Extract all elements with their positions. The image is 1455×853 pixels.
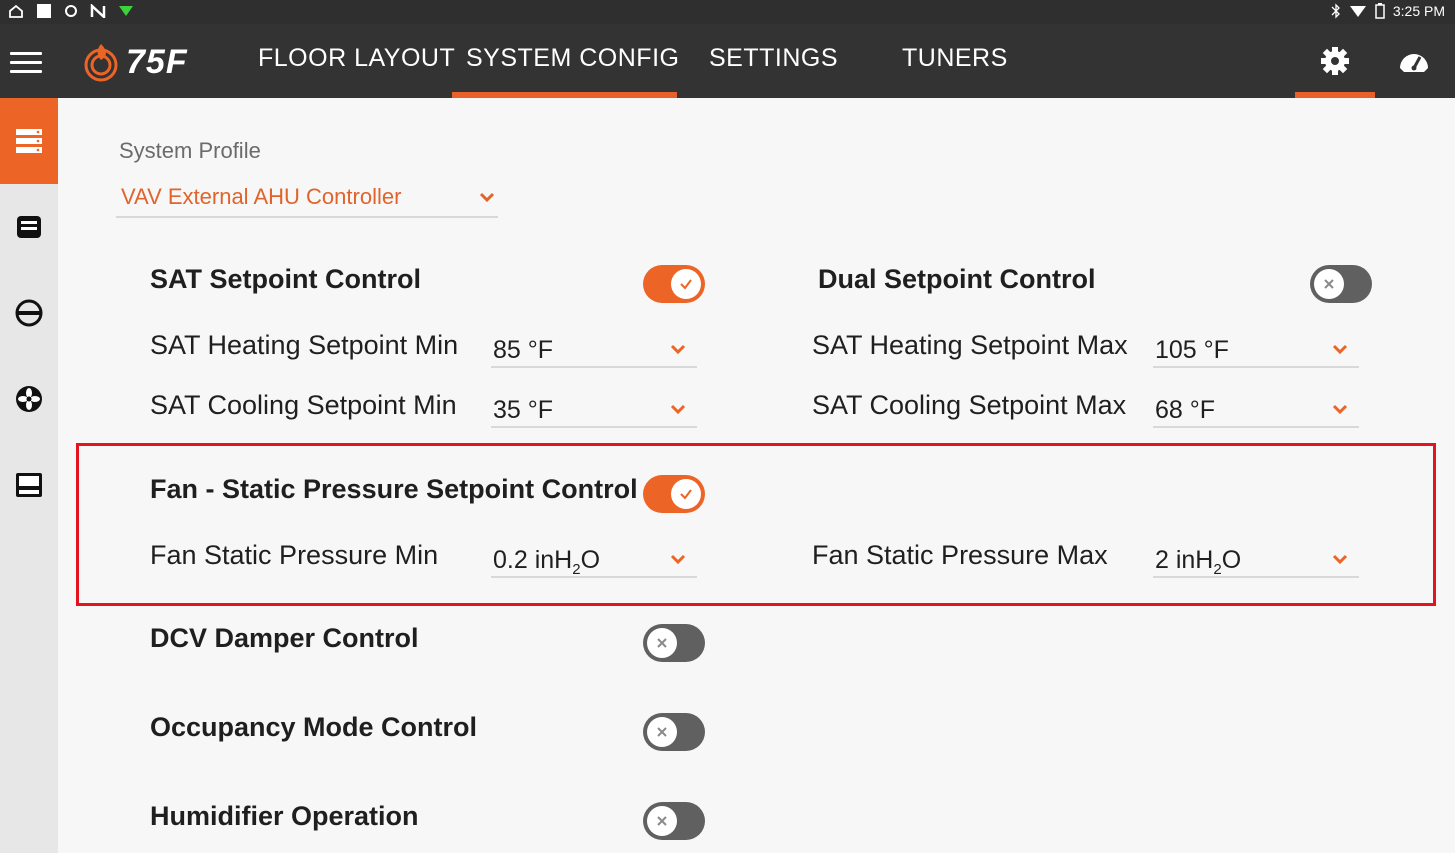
- sat-heating-max-label: SAT Heating Setpoint Max: [812, 330, 1128, 360]
- left-nav-rail: [0, 98, 58, 853]
- active-icon-indicator: [1295, 92, 1375, 98]
- dcv-damper-toggle[interactable]: [643, 624, 705, 662]
- dcv-damper-control-title: DCV Damper Control: [150, 623, 419, 653]
- sat-cooling-min-label: SAT Cooling Setpoint Min: [150, 390, 457, 420]
- rail-item-no-entry[interactable]: [0, 270, 58, 356]
- wifi-icon: [1349, 6, 1366, 17]
- sync-icon: [65, 5, 77, 17]
- sat-cooling-max-value: 68 °F: [1155, 396, 1216, 424]
- rail-item-system-profile[interactable]: [0, 98, 58, 184]
- modules-icon: [17, 216, 41, 238]
- rail-item-fan[interactable]: [0, 356, 58, 442]
- check-icon: [680, 279, 692, 290]
- fan-static-pressure-min-value: 0.2 inH2O: [493, 546, 601, 578]
- chevron-down-icon: [1332, 554, 1348, 565]
- dual-setpoint-control-title: Dual Setpoint Control: [818, 264, 1096, 294]
- settings-gear-icon[interactable]: [1318, 44, 1352, 78]
- sat-cooling-max-dropdown[interactable]: 68 °F: [1153, 388, 1359, 428]
- sat-heating-max-dropdown[interactable]: 105 °F: [1153, 328, 1359, 368]
- check-icon: [680, 489, 692, 500]
- chevron-down-icon: [1332, 344, 1348, 355]
- x-icon: [657, 638, 667, 648]
- occupancy-mode-control-title: Occupancy Mode Control: [150, 712, 478, 742]
- active-tab-indicator: [452, 92, 677, 98]
- no-entry-icon: [15, 299, 43, 327]
- hamburger-menu-icon[interactable]: [10, 52, 42, 74]
- app-bar: 75F FLOOR LAYOUT SYSTEM CONFIG SETTINGS …: [0, 24, 1455, 98]
- flame-logo-icon: [84, 44, 118, 82]
- brand-logo: 75F: [82, 42, 188, 82]
- sat-heating-min-dropdown[interactable]: 85 °F: [491, 328, 697, 368]
- rail-item-display[interactable]: [0, 442, 58, 528]
- rail-item-modules[interactable]: [0, 184, 58, 270]
- sat-cooling-min-value: 35 °F: [493, 396, 554, 424]
- sat-setpoint-toggle[interactable]: [643, 265, 705, 303]
- square-icon: [37, 4, 51, 18]
- fan-section-highlight-box: [76, 443, 1436, 606]
- tab-settings[interactable]: SETTINGS: [709, 44, 838, 73]
- chevron-down-icon: [1332, 404, 1348, 415]
- battery-icon: [1375, 3, 1385, 19]
- humidifier-operation-title: Humidifier Operation: [150, 801, 419, 831]
- n-icon: [90, 4, 106, 18]
- fan-static-pressure-min-label: Fan Static Pressure Min: [150, 540, 439, 570]
- clock: 3:25 PM: [1392, 3, 1445, 19]
- sat-cooling-min-dropdown[interactable]: 35 °F: [491, 388, 697, 428]
- sat-heating-max-value: 105 °F: [1155, 336, 1229, 364]
- fan-icon: [16, 386, 42, 412]
- chevron-down-icon: [479, 192, 495, 203]
- chevron-down-icon: [670, 344, 686, 355]
- x-icon: [1324, 279, 1334, 289]
- status-bar: 3:25 PM: [0, 0, 1455, 24]
- home-outline-icon: [9, 4, 23, 18]
- bluetooth-icon: [1331, 3, 1340, 19]
- fan-static-pressure-max-dropdown[interactable]: 2 inH2O: [1153, 538, 1359, 578]
- sat-setpoint-control-title: SAT Setpoint Control: [150, 264, 421, 294]
- display-icon: [16, 473, 42, 497]
- system-profile-select[interactable]: VAV External AHU Controller: [116, 180, 498, 218]
- tab-floor-layout[interactable]: FLOOR LAYOUT: [258, 44, 455, 73]
- system-profile-value: VAV External AHU Controller: [121, 184, 402, 209]
- dashboard-gauge-icon[interactable]: [1397, 44, 1431, 78]
- chevron-down-icon: [670, 404, 686, 415]
- tab-system-config[interactable]: SYSTEM CONFIG: [466, 44, 679, 73]
- system-profile-label: System Profile: [119, 138, 261, 163]
- fan-static-pressure-title: Fan - Static Pressure Setpoint Control: [150, 474, 638, 504]
- tab-tuners[interactable]: TUNERS: [902, 44, 1008, 73]
- occupancy-mode-toggle[interactable]: [643, 713, 705, 751]
- brand-name: 75F: [126, 42, 188, 81]
- dual-setpoint-toggle[interactable]: [1310, 265, 1372, 303]
- humidifier-operation-toggle[interactable]: [643, 802, 705, 840]
- wifi-green-icon: [119, 6, 133, 16]
- system-profile-icon: [16, 129, 42, 153]
- sat-heating-min-value: 85 °F: [493, 336, 554, 364]
- fan-static-pressure-max-value: 2 inH2O: [1155, 546, 1242, 578]
- fan-static-pressure-max-label: Fan Static Pressure Max: [812, 540, 1108, 570]
- chevron-down-icon: [670, 554, 686, 565]
- fan-static-pressure-toggle[interactable]: [643, 475, 705, 513]
- sat-cooling-max-label: SAT Cooling Setpoint Max: [812, 390, 1127, 420]
- x-icon: [657, 816, 667, 826]
- fan-static-pressure-min-dropdown[interactable]: 0.2 inH2O: [491, 538, 697, 578]
- x-icon: [657, 727, 667, 737]
- sat-heating-min-label: SAT Heating Setpoint Min: [150, 330, 459, 360]
